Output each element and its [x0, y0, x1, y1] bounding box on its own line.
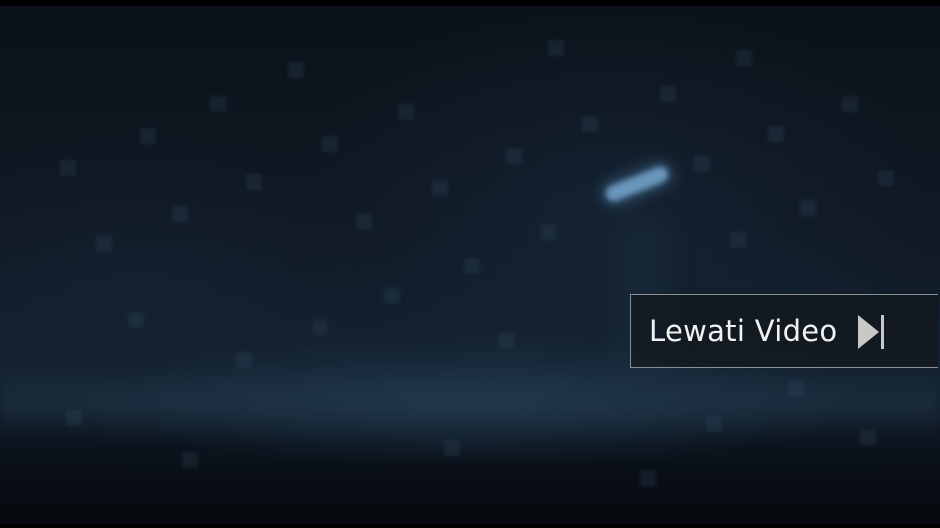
- snow-particle: [860, 430, 876, 446]
- snow-particle: [640, 470, 656, 486]
- snow-particle: [660, 86, 676, 102]
- snow-particle: [444, 440, 460, 456]
- snow-particle: [540, 224, 556, 240]
- snow-particle: [288, 62, 304, 78]
- snow-particle: [140, 128, 156, 144]
- snow-particle: [788, 380, 804, 396]
- snow-particle: [582, 116, 598, 132]
- snow-particle: [842, 96, 858, 112]
- snow-particle: [736, 50, 752, 66]
- snow-particle: [730, 232, 746, 248]
- skip-next-icon: [857, 313, 887, 351]
- snow-particle: [236, 352, 252, 368]
- snow-particle: [128, 312, 144, 328]
- snow-particle: [210, 96, 226, 112]
- snow-particle: [878, 170, 894, 186]
- snow-particle: [800, 200, 816, 216]
- video-light-streak: [603, 164, 671, 204]
- snow-particle: [548, 40, 564, 56]
- snow-particle: [694, 156, 710, 172]
- letterbox-top: [0, 0, 940, 6]
- snow-particle: [312, 320, 328, 336]
- snow-particle: [246, 174, 262, 190]
- snow-particle: [498, 332, 514, 348]
- snow-particle: [432, 180, 448, 196]
- snow-particle: [464, 258, 480, 274]
- snow-particle: [384, 288, 400, 304]
- skip-video-label: Lewati Video: [649, 314, 838, 348]
- snow-particle: [398, 104, 414, 120]
- skip-video-button[interactable]: Lewati Video: [630, 294, 938, 368]
- snow-particle: [60, 160, 76, 176]
- letterbox-bottom: [0, 524, 940, 528]
- video-player[interactable]: Lewati Video: [0, 0, 940, 528]
- snow-particle: [182, 452, 198, 468]
- snow-particle: [96, 236, 112, 252]
- snow-particle: [768, 126, 784, 142]
- snow-particle: [66, 410, 82, 426]
- snow-particle: [506, 148, 522, 164]
- snow-particle: [356, 214, 372, 230]
- snow-particle: [706, 416, 722, 432]
- snow-particle: [172, 206, 188, 222]
- snow-particle: [322, 136, 338, 152]
